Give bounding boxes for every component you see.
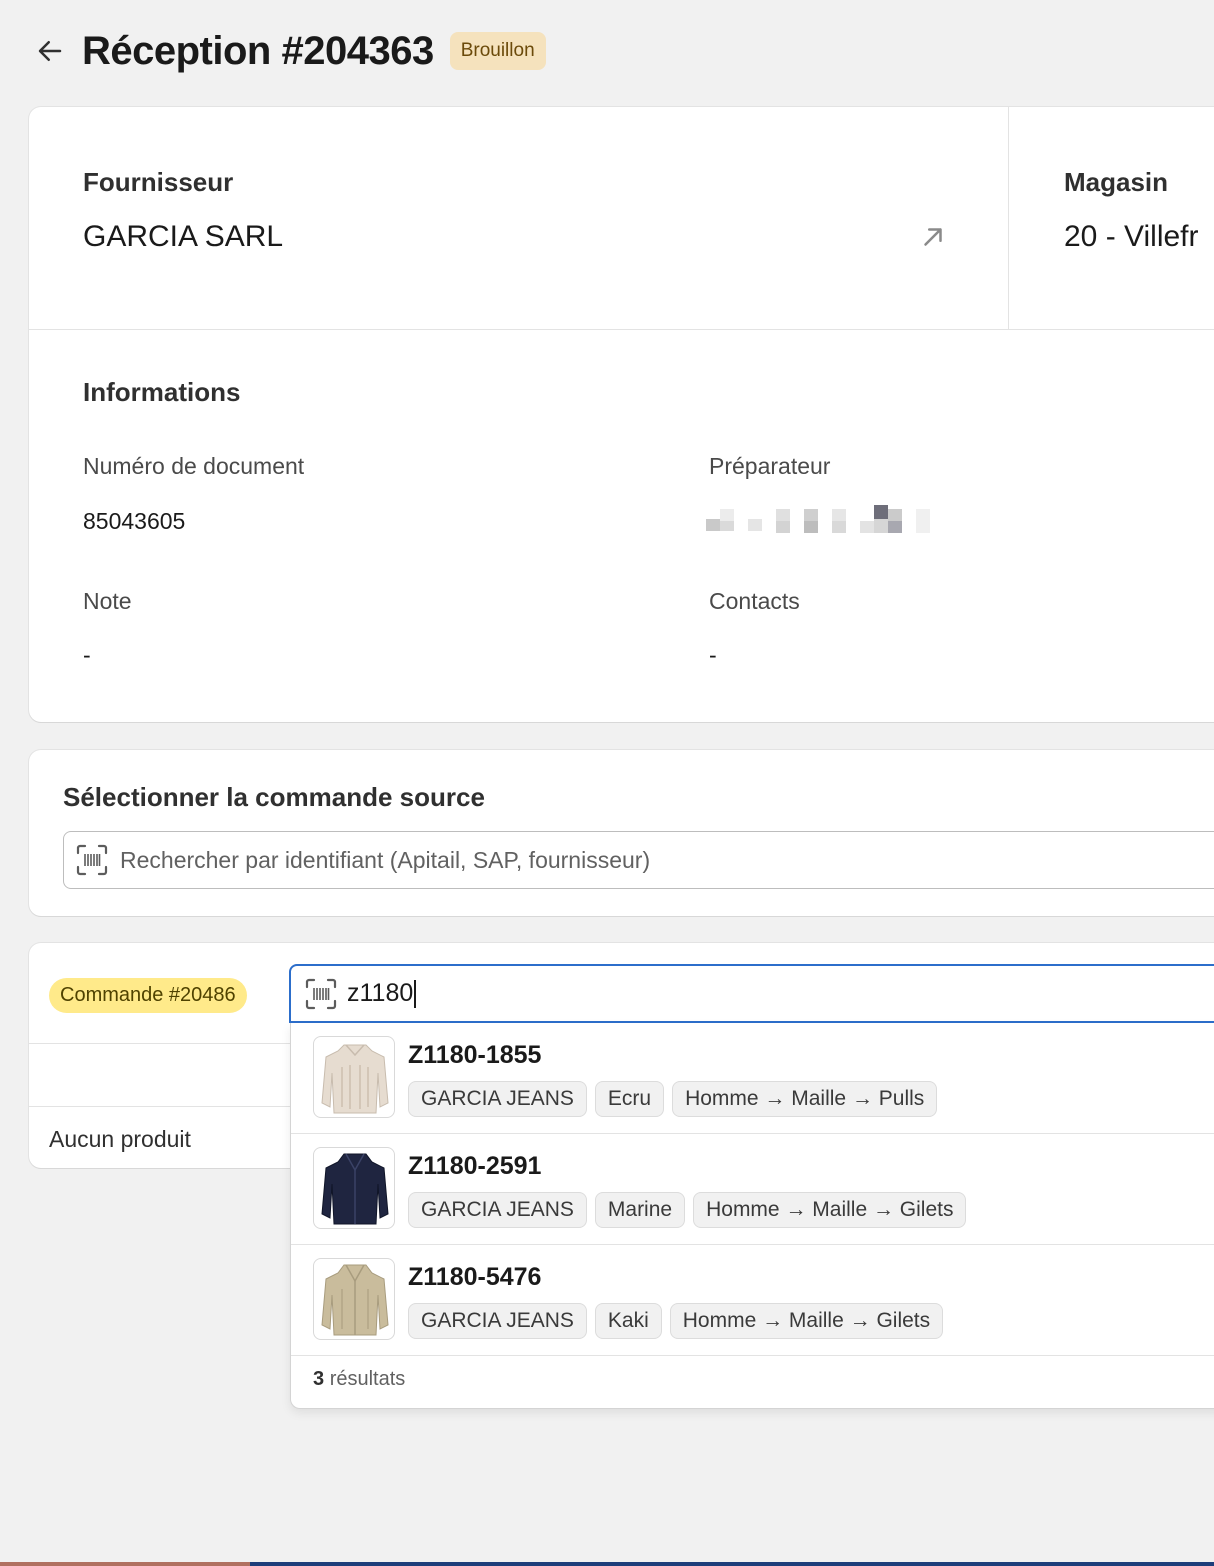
barcode-scan-icon [76, 844, 108, 876]
preparer-label: Préparateur [709, 453, 831, 479]
brand-tag: GARCIA JEANS [408, 1081, 587, 1117]
supplier-name: GARCIA SARL [83, 220, 284, 253]
category-tag: Homme → Maille → Pulls [672, 1081, 938, 1117]
source-order-title: Sélectionner la commande source [63, 782, 485, 812]
document-number-value: 85043605 [83, 508, 186, 534]
result-tags: GARCIA JEANS Marine Homme → Maille → Gil… [408, 1192, 967, 1228]
text-cursor [414, 980, 417, 1009]
source-order-search[interactable] [63, 831, 1214, 889]
source-order-card: Sélectionner la commande source [29, 750, 1214, 916]
barcode-scan-icon [305, 978, 337, 1009]
preparer-redacted [706, 505, 930, 533]
result-reference: Z1180-1855 [408, 1041, 542, 1069]
document-number-label: Numéro de document [83, 453, 305, 479]
result-tags: GARCIA JEANS Kaki Homme → Maille → Gilet… [408, 1303, 944, 1339]
informations-title: Informations [83, 377, 241, 407]
product-thumbnail [313, 1258, 395, 1340]
external-link-icon[interactable] [918, 222, 948, 252]
product-thumbnail [313, 1147, 395, 1229]
page: Réception #204363 Brouillon Fournisseur … [0, 0, 1214, 1566]
category-tag: Homme → Maille → Gilets [693, 1192, 967, 1228]
product-search-input[interactable]: z1180 [347, 979, 417, 1009]
product-thumbnail [313, 1036, 395, 1118]
store-label: Magasin [1064, 167, 1169, 197]
color-tag: Marine [594, 1192, 686, 1228]
product-search-field[interactable]: z1180 [289, 964, 1214, 1023]
note-label: Note [83, 588, 132, 614]
reception-details-card: Fournisseur GARCIA SARL Magasin 20 - Vil… [29, 107, 1214, 722]
source-order-search-input[interactable] [120, 846, 1120, 874]
divider [29, 1043, 299, 1044]
result-reference: Z1180-5476 [408, 1263, 542, 1291]
color-tag: Kaki [594, 1303, 662, 1339]
page-title: Réception #204363 [82, 28, 434, 73]
search-result-item[interactable]: Z1180-1855 GARCIA JEANS Ecru Homme → Mai… [291, 1023, 1214, 1134]
page-header: Réception #204363 Brouillon [30, 26, 546, 76]
divider [29, 1106, 299, 1107]
empty-products-text: Aucun produit [49, 1126, 191, 1152]
color-tag: Ecru [594, 1081, 665, 1117]
store-name: 20 - Villefr [1064, 220, 1199, 253]
search-results-dropdown: Z1180-1855 GARCIA JEANS Ecru Homme → Mai… [290, 1023, 1214, 1409]
order-badge: Commande #20486 [49, 978, 247, 1013]
result-tags: GARCIA JEANS Ecru Homme → Maille → Pulls [408, 1081, 938, 1117]
result-reference: Z1180-2591 [408, 1152, 542, 1180]
store-section: Magasin 20 - Villefr [1009, 107, 1214, 330]
category-tag: Homme → Maille → Gilets [669, 1303, 944, 1339]
contacts-value: - [709, 642, 717, 668]
brand-tag: GARCIA JEANS [408, 1303, 587, 1339]
brand-tag: GARCIA JEANS [408, 1192, 587, 1228]
note-value: - [83, 642, 91, 668]
search-result-item[interactable]: Z1180-5476 GARCIA JEANS Kaki Homme → Mai… [291, 1245, 1214, 1356]
bottom-strip [0, 1562, 1214, 1566]
contacts-label: Contacts [709, 588, 800, 614]
arrow-left-icon [38, 41, 62, 61]
supplier-section: Fournisseur GARCIA SARL [29, 107, 1009, 330]
status-badge: Brouillon [449, 32, 546, 70]
back-button[interactable] [30, 31, 70, 71]
results-count: 3 résultats [313, 1368, 406, 1390]
supplier-label: Fournisseur [83, 167, 234, 197]
search-result-item[interactable]: Z1180-2591 GARCIA JEANS Marine Homme → M… [291, 1134, 1214, 1245]
